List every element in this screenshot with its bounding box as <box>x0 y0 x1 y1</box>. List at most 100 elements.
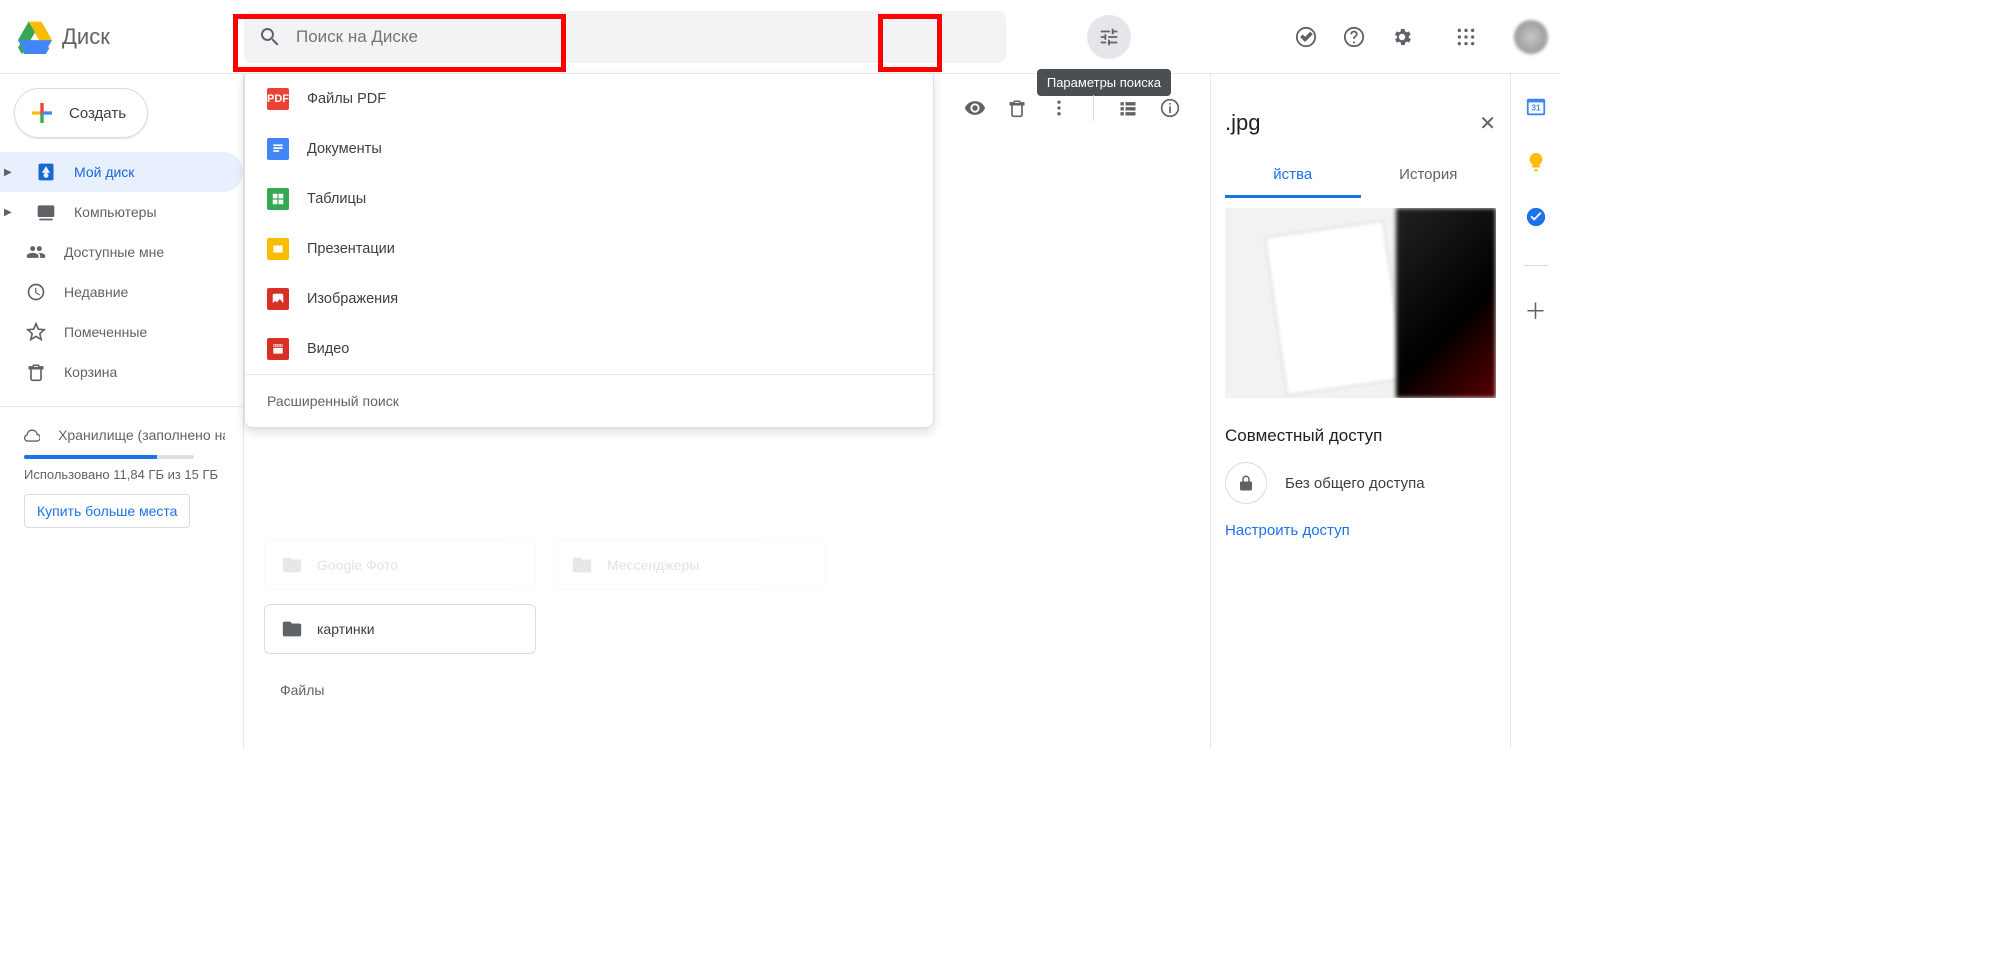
plus-icon <box>27 98 57 128</box>
chevron-right-icon: ▶ <box>4 207 14 218</box>
search-options-button[interactable] <box>1087 15 1131 59</box>
info-icon <box>1160 98 1180 118</box>
settings-button[interactable] <box>1388 23 1416 51</box>
apps-button[interactable] <box>1452 23 1480 51</box>
side-rail: 31 ＋ <box>1510 74 1560 749</box>
dropdown-item-images[interactable]: Изображения <box>245 274 933 324</box>
drive-logo-icon <box>18 20 52 54</box>
dropdown-item-docs[interactable]: Документы <box>245 124 933 174</box>
chevron-right-icon: ▶ <box>4 167 14 178</box>
tasks-app-button[interactable] <box>1525 206 1547 233</box>
pdf-icon: PDF <box>267 88 289 110</box>
chip-label: Мессенджеры <box>607 557 699 573</box>
sidebar-item-storage[interactable]: Хранилище (заполнено на 78 % <box>24 425 225 445</box>
image-icon <box>267 288 289 310</box>
avatar[interactable] <box>1514 20 1548 54</box>
drive-icon <box>36 162 56 182</box>
delete-button[interactable] <box>1005 96 1029 120</box>
rail-divider <box>1524 265 1548 266</box>
dropdown-item-sheets[interactable]: Таблицы <box>245 174 933 224</box>
nav-label: Корзина <box>64 364 117 380</box>
storage-label: Хранилище (заполнено на 78 % <box>58 427 225 443</box>
computers-icon <box>36 202 56 222</box>
folder-chip-messengers[interactable]: Мессенджеры <box>554 540 826 590</box>
help-button[interactable] <box>1340 23 1368 51</box>
details-title: .jpg <box>1225 110 1260 136</box>
docs-icon <box>267 138 289 160</box>
storage-bar <box>24 455 194 459</box>
search-box[interactable]: Параметры поиска <box>244 11 1006 63</box>
share-status: Без общего доступа <box>1225 462 1496 504</box>
sidebar-item-recent[interactable]: Недавние <box>0 272 243 312</box>
sidebar-item-my-drive[interactable]: ▶ Мой диск <box>0 152 243 192</box>
close-button[interactable]: ✕ <box>1479 111 1496 136</box>
tab-properties[interactable]: йства <box>1225 166 1361 198</box>
eye-icon <box>964 97 986 119</box>
dd-label: Таблицы <box>307 191 366 207</box>
header-actions <box>1292 20 1548 54</box>
dd-label: Видео <box>307 341 349 357</box>
nav-label: Компьютеры <box>74 204 157 220</box>
storage-section: Хранилище (заполнено на 78 % Использован… <box>0 406 243 528</box>
storage-used-text: Использовано 11,84 ГБ из 15 ГБ <box>24 467 225 482</box>
folder-icon <box>281 554 303 576</box>
dropdown-advanced-search[interactable]: Расширенный поиск <box>245 374 933 427</box>
nav-label: Недавние <box>64 284 128 300</box>
nav-label: Мой диск <box>74 164 134 180</box>
sidebar-item-trash[interactable]: Корзина <box>0 352 243 392</box>
search-input[interactable] <box>282 27 998 47</box>
logo[interactable]: Диск <box>18 20 244 54</box>
apps-icon <box>1456 27 1476 47</box>
dropdown-item-video[interactable]: Видео <box>245 324 933 374</box>
folder-row-1: Google Фото Мессенджеры <box>264 540 1190 590</box>
dd-label: Файлы PDF <box>307 91 386 107</box>
tab-history[interactable]: История <box>1361 166 1497 198</box>
chip-label: картинки <box>317 621 375 637</box>
preview-button[interactable] <box>963 96 987 120</box>
folder-chip-google-photos[interactable]: Google Фото <box>264 540 536 590</box>
buy-storage-button[interactable]: Купить больше места <box>24 494 190 528</box>
folder-icon <box>571 554 593 576</box>
keep-icon <box>1525 151 1547 173</box>
folder-chip-pics[interactable]: картинки <box>264 604 536 654</box>
cloud-icon <box>24 425 40 445</box>
view-list-button[interactable] <box>1116 96 1140 120</box>
search-dropdown: PDF Файлы PDF Документы Таблицы Презента… <box>244 74 934 428</box>
app-name: Диск <box>62 24 110 50</box>
create-button[interactable]: Создать <box>14 88 148 138</box>
sheets-icon <box>267 188 289 210</box>
create-label: Создать <box>69 105 126 122</box>
gear-icon <box>1391 26 1413 48</box>
dropdown-item-slides[interactable]: Презентации <box>245 224 933 274</box>
share-heading: Совместный доступ <box>1225 426 1496 446</box>
divider <box>1093 95 1094 121</box>
trash-icon <box>1007 98 1027 118</box>
details-tabs: йства История <box>1225 166 1496 198</box>
star-icon <box>26 322 46 342</box>
get-addons-button[interactable]: ＋ <box>1524 294 1546 326</box>
keep-app-button[interactable] <box>1525 151 1547 178</box>
share-status-text: Без общего доступа <box>1285 475 1425 492</box>
details-panel: .jpg ✕ йства История Совместный доступ Б… <box>1210 74 1510 749</box>
chip-label: Google Фото <box>317 557 398 573</box>
more-vert-icon <box>1049 98 1069 118</box>
dd-label: Изображения <box>307 291 398 307</box>
configure-access-link[interactable]: Настроить доступ <box>1225 522 1350 539</box>
folder-icon <box>281 618 303 640</box>
dropdown-item-pdf[interactable]: PDF Файлы PDF <box>245 74 933 124</box>
main: PDF Файлы PDF Документы Таблицы Презента… <box>244 74 1210 749</box>
info-button[interactable] <box>1158 96 1182 120</box>
more-button[interactable] <box>1047 96 1071 120</box>
video-icon <box>267 338 289 360</box>
calendar-app-button[interactable]: 31 <box>1525 96 1547 123</box>
offline-ready-button[interactable] <box>1292 23 1320 51</box>
search-icon <box>258 25 282 49</box>
header: Диск Параметры поиска <box>0 0 1560 74</box>
file-preview[interactable] <box>1225 208 1496 398</box>
folder-row-2: картинки <box>264 604 1190 654</box>
sidebar-item-computers[interactable]: ▶ Компьютеры <box>0 192 243 232</box>
dd-label: Презентации <box>307 241 395 257</box>
sidebar-item-shared[interactable]: Доступные мне <box>0 232 243 272</box>
nav-label: Доступные мне <box>64 244 164 260</box>
sidebar-item-starred[interactable]: Помеченные <box>0 312 243 352</box>
